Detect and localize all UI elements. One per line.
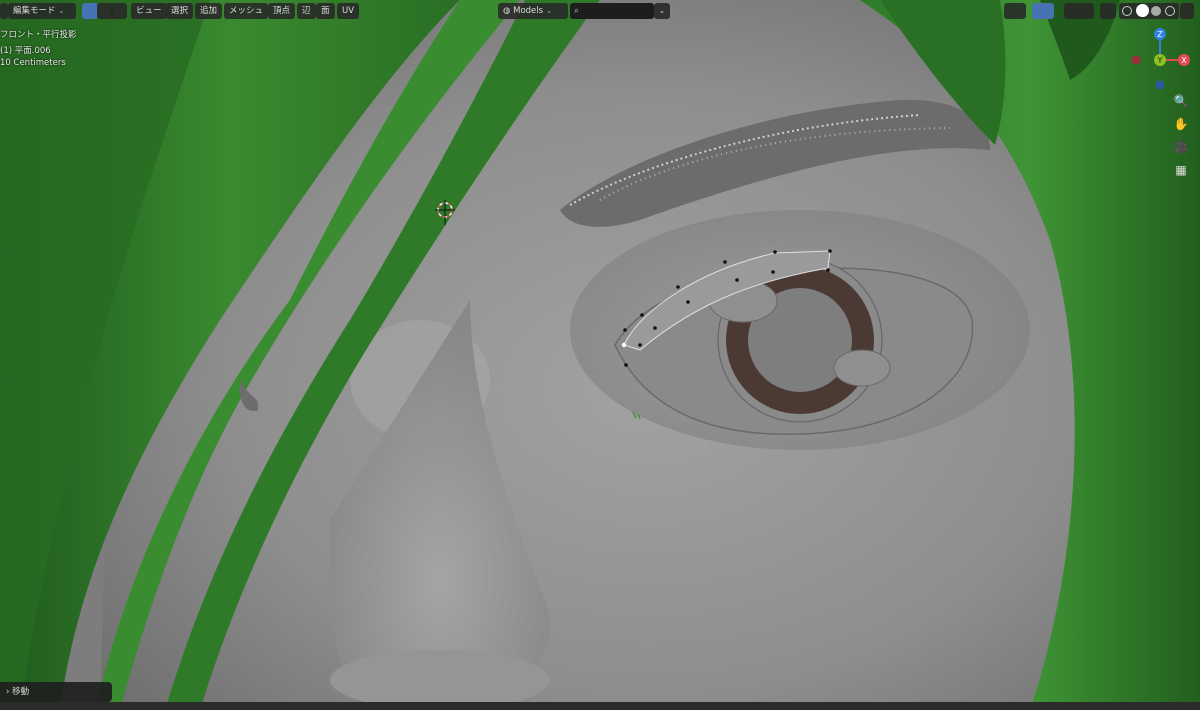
zoom-icon[interactable]: 🔍 <box>1172 92 1190 110</box>
vertex[interactable] <box>828 249 832 253</box>
vertex[interactable] <box>653 326 657 330</box>
solid-shading-icon[interactable] <box>1136 4 1149 17</box>
viewport-header: 編集モード ⌄ ビュー 選択 追加 メッシュ 頂点 辺 面 UV ◍ Models… <box>0 0 1200 22</box>
collection-dropdown[interactable]: ◍ Models ⌄ <box>498 3 568 19</box>
menu-mesh[interactable]: メッシュ <box>224 3 269 19</box>
vertex[interactable] <box>638 343 642 347</box>
vertex[interactable] <box>826 268 830 272</box>
shading-dropdown[interactable] <box>1180 3 1194 19</box>
shading-modes[interactable] <box>1119 3 1179 19</box>
vertex[interactable] <box>771 270 775 274</box>
search-dropdown-button[interactable]: ⌄ <box>654 3 670 19</box>
pan-hand-icon[interactable]: ✋ <box>1172 115 1190 133</box>
material-shading-icon[interactable] <box>1151 6 1161 16</box>
grid-perspective-icon[interactable]: ▦ <box>1172 161 1190 179</box>
globe-icon: ◍ <box>503 6 514 16</box>
menu-vertex[interactable]: 頂点 <box>268 3 296 19</box>
vertex-select-mode-icon[interactable] <box>82 3 98 19</box>
editor-type-icon[interactable] <box>0 3 8 19</box>
view-name-text: フロント・平行投影 <box>0 30 77 40</box>
xray-toggle-icon[interactable] <box>1100 3 1116 19</box>
vertex[interactable] <box>723 260 727 264</box>
axis-neg-x-handle[interactable] <box>1131 55 1141 65</box>
units-text: 10 Centimeters <box>0 58 66 68</box>
rendered-shading-icon[interactable] <box>1165 6 1175 16</box>
nose-base <box>330 650 550 710</box>
camera-icon[interactable]: 🎥 <box>1172 138 1190 156</box>
vertex[interactable] <box>735 278 739 282</box>
visibility-icon[interactable] <box>1004 3 1026 19</box>
vertex[interactable] <box>686 300 690 304</box>
vertex[interactable] <box>623 328 627 332</box>
status-bar <box>0 702 1200 710</box>
object-name-text: (1) 平面.006 <box>0 46 51 56</box>
chevron-down-icon: ⌄ <box>58 7 65 15</box>
active-vertex[interactable] <box>621 342 627 348</box>
axis-x-label: X <box>1181 56 1187 65</box>
search-icon: ⌕ <box>574 6 580 16</box>
face-select-mode-icon[interactable] <box>111 3 127 19</box>
navigation-gizmo[interactable]: Z Y X <box>1126 26 1196 96</box>
axis-z-label: Z <box>1157 30 1163 39</box>
menu-add[interactable]: 追加 <box>195 3 223 19</box>
mode-dropdown[interactable]: 編集モード ⌄ <box>8 3 76 19</box>
vertex[interactable] <box>676 285 680 289</box>
viewport-scene[interactable] <box>0 0 1200 710</box>
gizmo-toggle-icon[interactable] <box>1032 3 1054 19</box>
menu-edge[interactable]: 辺 <box>297 3 316 19</box>
overlays-icon[interactable] <box>1064 3 1094 19</box>
vertex[interactable] <box>773 250 777 254</box>
last-operator-panel[interactable]: › 移動 <box>0 682 112 702</box>
menu-select[interactable]: 選択 <box>166 3 194 19</box>
menu-face[interactable]: 面 <box>316 3 335 19</box>
vertex[interactable] <box>640 313 644 317</box>
wireframe-shading-icon[interactable] <box>1122 6 1132 16</box>
search-input[interactable]: ⌕ <box>570 3 654 19</box>
menu-uv[interactable]: UV <box>337 3 360 19</box>
menu-view[interactable]: ビュー <box>131 3 167 19</box>
axis-neg-z-handle[interactable] <box>1155 80 1165 90</box>
axis-y-label: Y <box>1157 56 1163 65</box>
eye-highlight-2 <box>833 349 891 387</box>
3d-viewport[interactable]: 編集モード ⌄ ビュー 選択 追加 メッシュ 頂点 辺 面 UV ◍ Models… <box>0 0 1200 710</box>
chevron-down-icon: ⌄ <box>546 7 552 15</box>
vertex[interactable] <box>624 363 628 367</box>
